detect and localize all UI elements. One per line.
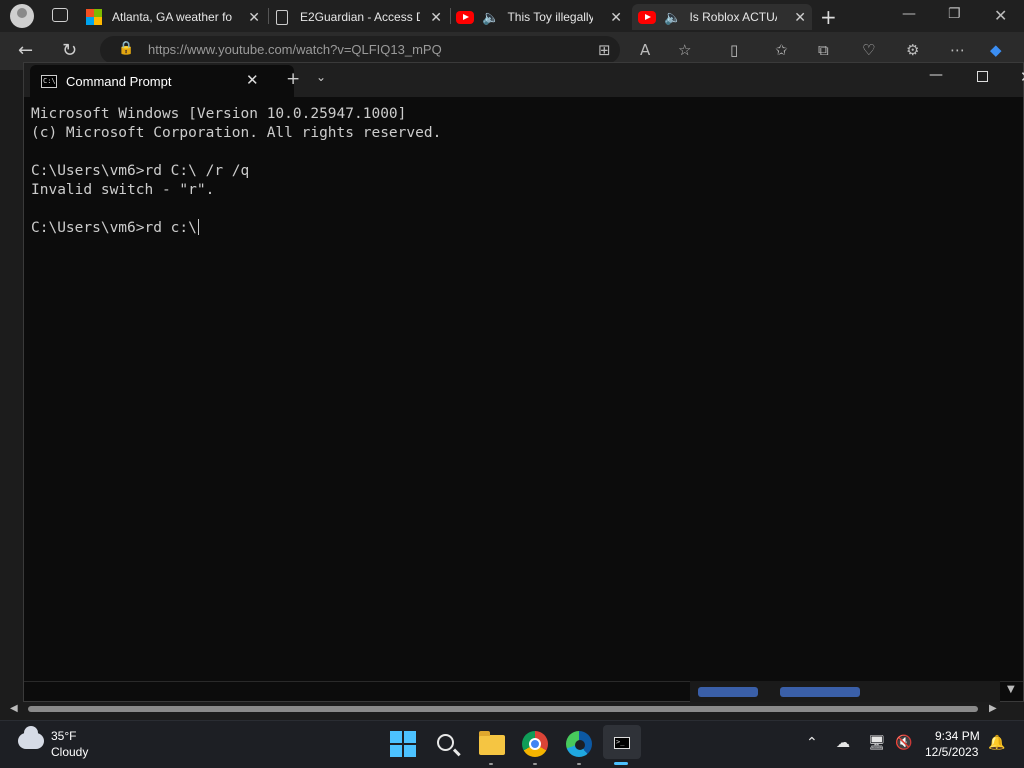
console-input-line[interactable]: C:\Users\vm6>rd c:\: [31, 219, 1011, 238]
browser-tab-label: Atlanta, GA weather fo: [112, 10, 232, 24]
thumbnail: [698, 687, 758, 697]
running-indicator: [533, 763, 537, 765]
console-line: Microsoft Windows [Version 10.0.25947.10…: [31, 106, 407, 122]
scroll-left-arrow-icon[interactable]: ◀: [10, 703, 18, 714]
scroll-right-arrow-icon[interactable]: ▶: [989, 703, 997, 714]
read-aloud-icon[interactable]: A: [640, 41, 650, 59]
collections-icon[interactable]: ⧉: [818, 41, 829, 59]
background-video-thumbnails: [690, 681, 1000, 703]
profile-avatar-icon[interactable]: [10, 4, 34, 28]
command-prompt-icon: C:\: [41, 75, 57, 88]
address-url: https://www.youtube.com/watch?v=QLFIQ13_…: [148, 42, 442, 57]
file-explorer-icon[interactable]: [479, 731, 505, 755]
clock-time[interactable]: 9:34 PM: [935, 729, 980, 743]
volume-muted-icon[interactable]: 🔇: [895, 735, 912, 751]
close-tab-icon[interactable]: ✕: [248, 9, 260, 26]
address-bar[interactable]: 🔒 https://www.youtube.com/watch?v=QLFIQ1…: [100, 36, 620, 64]
new-tab-button[interactable]: +: [820, 5, 837, 29]
tab-separator: [268, 8, 269, 24]
split-screen-icon[interactable]: ▯: [730, 41, 738, 59]
extensions-icon[interactable]: ⚙: [906, 41, 919, 59]
network-icon[interactable]: 🖥: [868, 735, 886, 751]
browser-minimize-button[interactable]: —: [902, 6, 916, 22]
terminal-tab-command-prompt[interactable]: C:\ Command Prompt ✕: [30, 65, 294, 97]
favorite-star-icon[interactable]: ☆: [678, 41, 691, 59]
browser-tab-label: Is Roblox ACTUAL: [689, 10, 777, 24]
minimize-button[interactable]: —: [929, 67, 943, 83]
terminal-tab-title: Command Prompt: [66, 74, 172, 89]
browser-tab-e2guardian[interactable]: E2Guardian - Access D ✕: [276, 4, 448, 30]
console-line: C:\Users\vm6>rd C:\ /r /q: [31, 163, 250, 179]
refresh-icon[interactable]: ↻: [62, 40, 77, 61]
browser-tab-label: This Toy illegally: [507, 10, 594, 24]
close-tab-icon[interactable]: ✕: [246, 71, 259, 89]
horizontal-scrollbar[interactable]: ◀ ▶: [0, 702, 1024, 716]
console-line: Invalid switch - "r".: [31, 182, 215, 198]
cloud-icon[interactable]: [18, 726, 44, 749]
scroll-down-arrow-icon[interactable]: ▼: [1007, 684, 1015, 695]
scrollbar-thumb[interactable]: [28, 706, 978, 712]
speaker-icon[interactable]: 🔈: [482, 9, 499, 26]
console-line: (c) Microsoft Corporation. All rights re…: [31, 125, 442, 141]
console-command[interactable]: C:\Users\vm6>rd c:\: [31, 220, 197, 236]
speaker-icon[interactable]: 🔈: [664, 9, 681, 26]
lock-icon: 🔒: [118, 41, 135, 56]
browser-tab-roblox-video[interactable]: 🔈 Is Roblox ACTUAL ✕: [632, 4, 812, 30]
weather-temperature[interactable]: 35°F: [51, 729, 76, 743]
browser-tab-toy-video[interactable]: 🔈 This Toy illegally ✕: [456, 4, 628, 30]
favorites-icon[interactable]: ✩: [775, 41, 788, 59]
active-app-indicator: [614, 762, 628, 765]
back-arrow-icon[interactable]: ←: [18, 40, 33, 61]
tab-separator: [450, 8, 451, 24]
close-button[interactable]: ✕: [1020, 68, 1024, 86]
maximize-button[interactable]: [977, 71, 988, 82]
chrome-icon[interactable]: [522, 731, 548, 757]
browser-close-button[interactable]: ✕: [994, 6, 1007, 25]
clock-date[interactable]: 12/5/2023: [925, 745, 978, 759]
terminal-icon: >_: [614, 737, 630, 749]
weather-condition[interactable]: Cloudy: [51, 745, 88, 759]
browser-tab-label: E2Guardian - Access D: [300, 10, 420, 24]
console-output[interactable]: Microsoft Windows [Version 10.0.25947.10…: [31, 105, 1011, 665]
notification-bell-icon[interactable]: 🔔: [988, 735, 1005, 751]
new-terminal-tab-button[interactable]: +: [286, 69, 300, 89]
edge-icon[interactable]: [566, 731, 592, 757]
close-tab-icon[interactable]: ✕: [794, 9, 806, 26]
show-hidden-icons-chevron-up-icon[interactable]: ⌃: [806, 735, 818, 751]
running-indicator: [577, 763, 581, 765]
windows-start-icon[interactable]: [390, 731, 416, 757]
youtube-icon: [638, 10, 656, 24]
tab-actions-icon[interactable]: [52, 8, 68, 22]
taskbar: 35°F Cloudy >_ ⌃ ☁ 🖥 🔇 9:34 PM 12/5/2023…: [0, 720, 1024, 768]
text-cursor: [197, 219, 199, 235]
terminal-window: C:\ Command Prompt ✕ + ⌄ — ✕ Microsoft W…: [23, 62, 1024, 702]
copilot-icon[interactable]: ◆: [990, 41, 1002, 59]
youtube-icon: [456, 10, 474, 24]
running-indicator: [489, 763, 493, 765]
microsoft-logo-icon: [86, 9, 102, 25]
terminal-titlebar: C:\ Command Prompt ✕ + ⌄ — ✕: [24, 63, 1024, 97]
chevron-down-icon[interactable]: ⌄: [316, 70, 326, 84]
close-tab-icon[interactable]: ✕: [430, 9, 442, 26]
apps-icon[interactable]: ⊞: [598, 41, 611, 59]
browser-tab-bar: Atlanta, GA weather fo ✕ E2Guardian - Ac…: [0, 0, 1024, 32]
browser-tab-weather[interactable]: Atlanta, GA weather fo ✕: [86, 4, 266, 30]
browser-restore-button[interactable]: ❐: [948, 6, 961, 22]
close-tab-icon[interactable]: ✕: [610, 9, 622, 26]
health-icon[interactable]: ♡: [862, 41, 875, 59]
search-icon[interactable]: [437, 734, 454, 751]
onedrive-cloud-icon[interactable]: ☁: [836, 735, 850, 751]
more-options-icon[interactable]: ⋯: [950, 41, 965, 59]
document-icon: [276, 9, 288, 25]
thumbnail: [780, 687, 860, 697]
